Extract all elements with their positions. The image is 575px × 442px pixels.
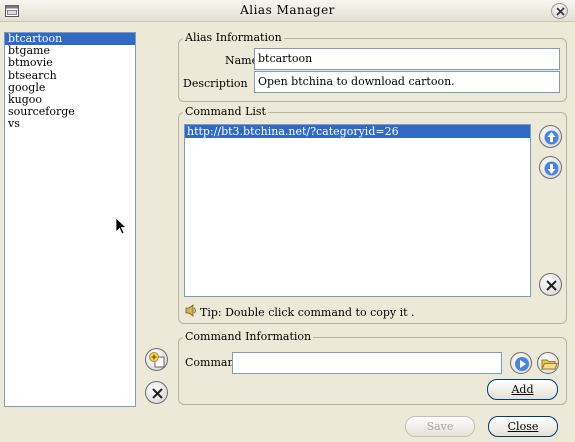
close-label: Close (507, 420, 539, 433)
add-label: Add (511, 383, 534, 396)
run-command-button[interactable] (510, 352, 532, 374)
move-down-button[interactable] (539, 156, 562, 179)
alias-information-legend: Alias Information (185, 31, 282, 44)
browse-folder-button[interactable] (537, 352, 559, 374)
folder-open-icon (541, 359, 558, 370)
mouse-cursor-icon (115, 217, 127, 235)
speaker-icon (185, 304, 197, 320)
command-list[interactable]: http://bt3.btchina.net/?categoryid=26 (184, 124, 531, 297)
command-input[interactable] (232, 352, 502, 374)
list-item[interactable]: btsearch (5, 69, 135, 82)
save-label: Save (426, 420, 454, 433)
delete-command-button[interactable] (539, 273, 562, 296)
title-bar: Alias Manager (0, 0, 575, 22)
add-command-button[interactable]: Add (487, 379, 558, 400)
list-item[interactable]: btmovie (5, 57, 135, 69)
move-up-button[interactable] (539, 125, 562, 148)
play-icon (515, 357, 529, 371)
remove-alias-button[interactable] (145, 381, 168, 404)
description-label: Description (183, 77, 248, 90)
list-item[interactable]: sourceforge (5, 106, 135, 118)
command-list-item[interactable]: http://bt3.btchina.net/?categoryid=26 (185, 125, 530, 138)
arrow-up-icon (544, 130, 559, 145)
list-item[interactable]: vs (5, 118, 135, 130)
name-field[interactable]: btcartoon (254, 48, 560, 70)
close-button[interactable]: Close (488, 416, 558, 437)
add-alias-button[interactable] (145, 348, 168, 371)
command-information-legend: Command Information (185, 330, 312, 343)
delete-icon (152, 388, 163, 399)
tip-text: Tip: Double click command to copy it . (200, 306, 415, 319)
window-title: Alias Manager (240, 3, 335, 17)
window-close-button[interactable] (551, 3, 568, 19)
command-list-legend: Command List (185, 105, 266, 118)
arrow-down-icon (544, 161, 559, 176)
description-field[interactable]: Open btchina to download cartoon. (254, 71, 560, 93)
delete-icon (546, 280, 557, 291)
save-button[interactable]: Save (405, 416, 475, 437)
close-icon (556, 7, 565, 16)
add-page-icon (149, 352, 165, 368)
